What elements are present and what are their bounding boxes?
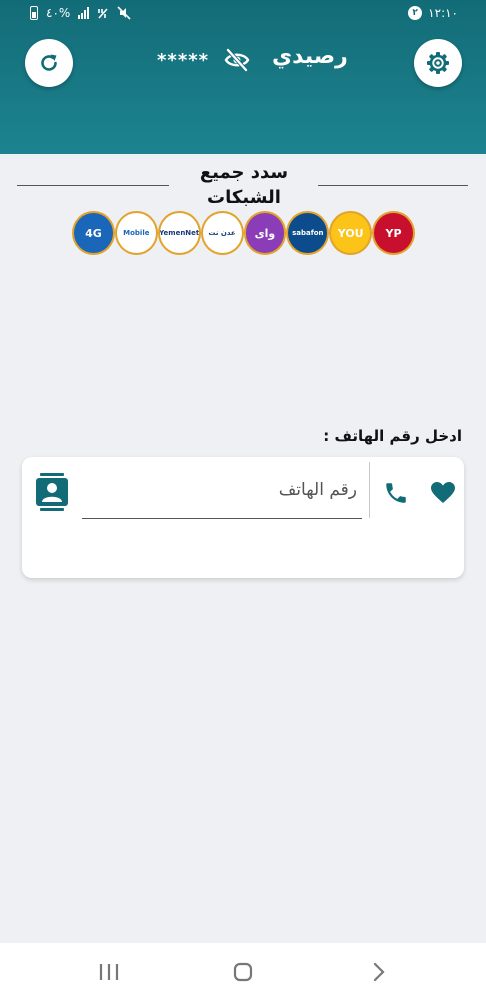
network-logo-text: sabafon bbox=[292, 229, 324, 237]
refresh-button[interactable] bbox=[25, 39, 73, 87]
heart-icon[interactable] bbox=[430, 481, 456, 505]
wifi-calling-icon bbox=[98, 7, 108, 19]
phone-input-card bbox=[22, 457, 464, 578]
battery-percent: ٤٠% bbox=[46, 6, 71, 20]
network-logo-text: وای bbox=[254, 226, 276, 240]
network-logo-yemen-post[interactable]: YP bbox=[372, 211, 415, 255]
system-nav-bar bbox=[0, 943, 486, 1000]
network-logo-text: YemenNet bbox=[159, 229, 200, 237]
page-title: رصيدي bbox=[272, 44, 348, 69]
network-logo-y[interactable]: وای bbox=[243, 211, 287, 255]
settings-button[interactable] bbox=[414, 39, 462, 87]
refresh-icon bbox=[41, 54, 57, 71]
network-logo-4g-yemen[interactable]: 4G bbox=[72, 211, 115, 255]
phone-input-label: ادخل رقم الهاتف : bbox=[323, 427, 462, 445]
recents-icon[interactable] bbox=[94, 957, 124, 987]
networks-title: سدد جميع الشبكات bbox=[199, 162, 289, 208]
gear-icon bbox=[427, 52, 449, 74]
network-logo-yemennet[interactable]: YemenNet bbox=[157, 211, 201, 255]
status-time: ١٢:١٠ bbox=[428, 6, 458, 20]
network-logo-text: 4G bbox=[85, 226, 102, 240]
eye-off-icon[interactable] bbox=[223, 47, 251, 73]
battery-icon bbox=[30, 6, 38, 20]
network-logo-text: عدن نت bbox=[208, 229, 236, 237]
contacts-icon[interactable] bbox=[36, 473, 68, 511]
back-icon[interactable] bbox=[364, 957, 394, 987]
status-bar-left: ٤٠% bbox=[30, 6, 131, 20]
status-bar-right: ٢ ١٢:١٠ bbox=[408, 6, 458, 20]
status-bar: ٤٠% ٢ ١٢:١٠ bbox=[0, 0, 486, 30]
phone-icon[interactable] bbox=[383, 480, 409, 506]
network-logo-text: YP bbox=[385, 226, 402, 240]
phone-input[interactable] bbox=[82, 461, 362, 519]
mute-icon bbox=[117, 6, 131, 20]
divider-left bbox=[17, 185, 169, 186]
network-logo-you[interactable]: YOU bbox=[329, 211, 373, 255]
divider-right bbox=[318, 185, 468, 186]
network-logo-sabafon[interactable]: sabafon bbox=[286, 211, 330, 255]
network-logo-text: Mobile bbox=[123, 229, 150, 237]
app-header: ٤٠% ٢ ١٢:١٠ ***** رصيدي bbox=[0, 0, 486, 154]
home-icon[interactable] bbox=[228, 957, 258, 987]
network-logo-aden-net[interactable]: عدن نت bbox=[200, 211, 244, 255]
balance-mask: ***** bbox=[157, 50, 210, 71]
signal-icon bbox=[78, 7, 90, 19]
network-logos: YP YOU sabafon وای عدن نت YemenNet Mobile 4G bbox=[72, 211, 415, 255]
network-logo-yemen-mobile[interactable]: Mobile bbox=[114, 211, 158, 255]
network-logo-text: YOU bbox=[337, 226, 364, 240]
field-separator bbox=[369, 462, 370, 518]
notification-badge: ٢ bbox=[408, 6, 423, 20]
